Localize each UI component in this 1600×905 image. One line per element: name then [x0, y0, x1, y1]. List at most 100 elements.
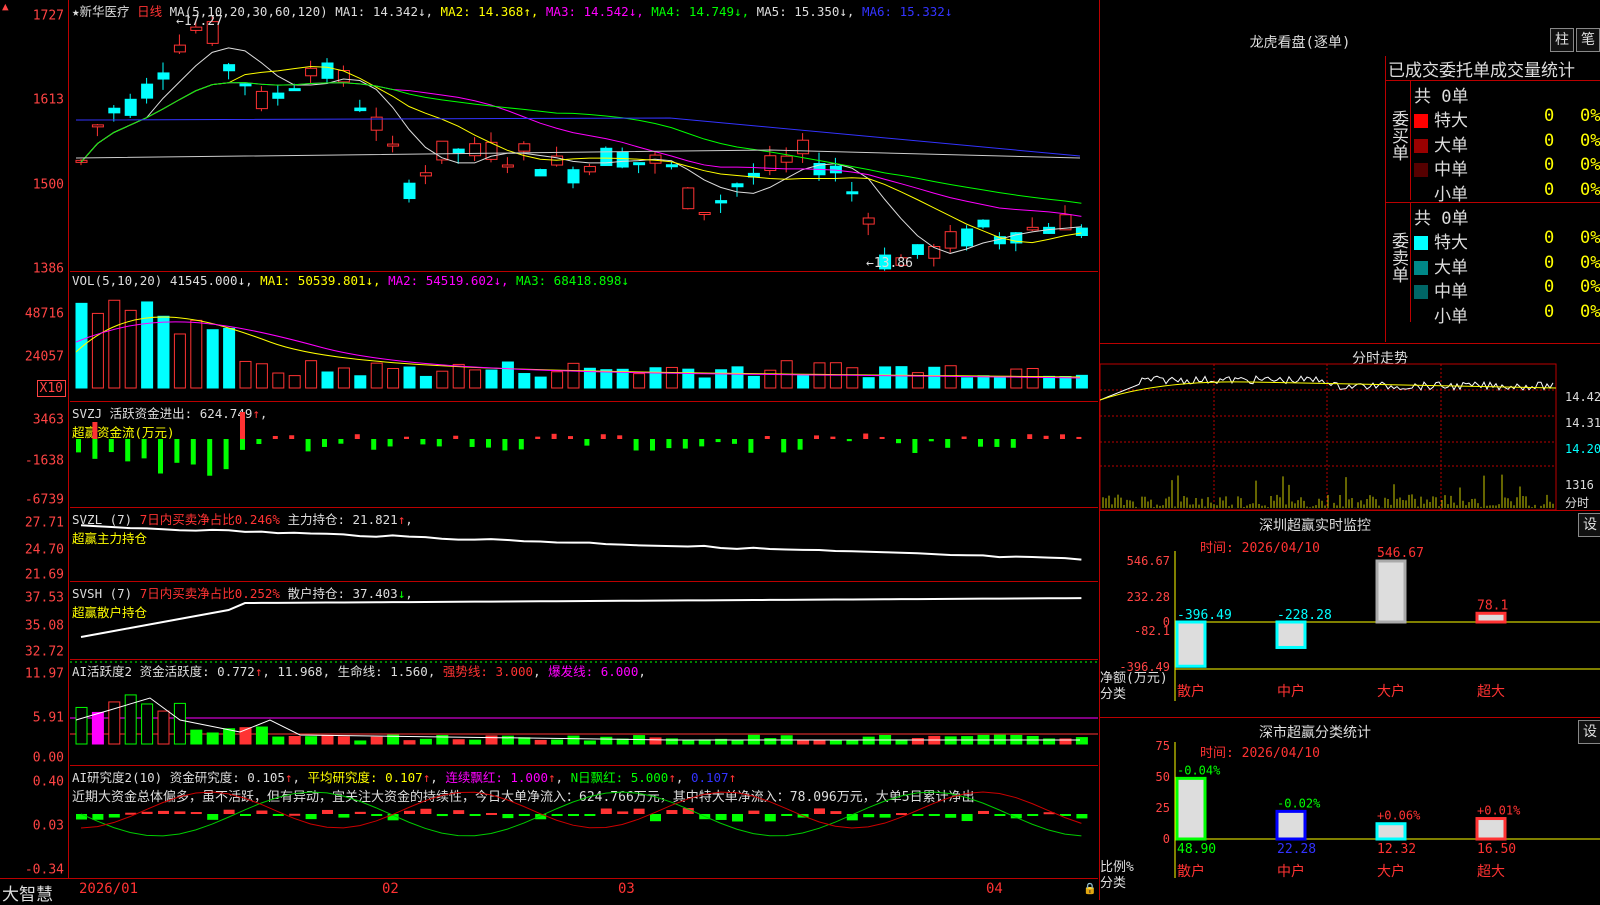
volume-bar	[1026, 367, 1039, 389]
sz-class-xlabel: 分类	[1100, 876, 1127, 891]
k-ytick: 1613	[32, 92, 64, 108]
activity-bar	[469, 739, 482, 745]
flow-bar	[223, 439, 229, 470]
research-bar	[879, 814, 891, 818]
sz-class-ytick: 50	[1156, 770, 1170, 784]
net-bar-value: 78.1	[1477, 598, 1508, 613]
research-bar	[961, 814, 973, 822]
activity-bar	[91, 711, 104, 745]
lhb-row-name: 大单	[1434, 135, 1468, 156]
ai2-svg	[76, 791, 1088, 837]
color-swatch-icon	[1414, 236, 1428, 250]
candle	[665, 164, 678, 168]
candle	[91, 124, 104, 128]
research-bar	[994, 814, 1006, 816]
flow-bar	[92, 422, 98, 439]
svzj-pane[interactable]: SVZJ 活跃资金进出: 624.749↑, 超赢资金流(万元)	[70, 402, 1098, 508]
flow-bar	[174, 439, 180, 463]
ma-line	[80, 47, 1082, 254]
ratio-bar	[1375, 822, 1407, 841]
ai-research-pane[interactable]: AI研究度2(10) 资金研究度: 0.105↑, 平均研究度: 0.107↑,…	[70, 766, 1098, 878]
research-bar	[322, 809, 333, 814]
bar-mode-button[interactable]: 柱	[1550, 28, 1574, 52]
svsh-svg	[80, 597, 1082, 638]
flow-bar	[535, 436, 541, 439]
flow-bar	[912, 439, 918, 453]
research-bar	[240, 814, 251, 816]
volume-bar	[255, 363, 268, 389]
svzl-pane[interactable]: SVZL (7) 7日内买卖净占比0.246% 主力持仓: 21.821↑, 超…	[70, 508, 1098, 582]
svzl-ytick: 24.70	[24, 542, 64, 558]
candle	[305, 67, 318, 77]
ai2-ytick: 0.40	[32, 774, 64, 790]
ai-activity-pane[interactable]: AI活跃度2 资金活跃度: 0.772↑, 11.968, 生命线: 1.560…	[70, 660, 1098, 766]
tick-mode-button[interactable]: 笔	[1576, 28, 1600, 52]
volume-bar	[764, 369, 777, 389]
sz-monitor-panel[interactable]: 深圳超赢实时监控 设 时间: 2026/04/10 546.67 232.28 0-…	[1099, 511, 1600, 718]
retail-line	[80, 597, 1082, 638]
candle	[977, 219, 990, 228]
flow-bar	[387, 439, 393, 447]
flow-bar	[600, 434, 606, 439]
volume-bar	[731, 366, 744, 389]
research-bar	[371, 814, 383, 816]
research-bar	[92, 814, 104, 820]
activity-bar	[911, 738, 924, 745]
sz-monitor-svg: 546.67232.280-82.1-396.49-396.49散户-228.2…	[1119, 546, 1600, 701]
volume-bar	[108, 299, 121, 389]
category-label: 中户	[1277, 683, 1305, 700]
svsh-pane[interactable]: SVSH (7) 7日内买卖净占比0.252% 散户持仓: 37.403↓, 超…	[70, 582, 1098, 660]
flow-bar	[879, 436, 885, 439]
volume-pane[interactable]: VOL(5,10,20) 41545.000↓, MA1: 50539.801↓…	[70, 272, 1098, 402]
activity-bar	[272, 736, 285, 745]
activity-bar	[321, 735, 334, 745]
flow-bar	[436, 439, 442, 447]
sz-class-panel[interactable]: 深市超赢分类统计 设 时间: 2026/04/10 75 50 25 0 -0.04% 4…	[1099, 718, 1600, 900]
ratio-bar	[1475, 817, 1507, 841]
svsh-y-axis: 37.53 35.08 32.72	[0, 582, 69, 660]
high-label: ←17.27	[176, 14, 223, 29]
intraday-panel[interactable]: 分时走势 14.42 14.31 14.20 1316 分时	[1099, 344, 1600, 511]
lock-icon[interactable]: 🔒	[1083, 882, 1097, 895]
flow-bar	[469, 439, 475, 447]
lhb-row: 中单 0 0%	[1414, 277, 1600, 302]
flow-bar	[404, 436, 409, 439]
net-bar-value: 546.67	[1377, 546, 1424, 561]
activity-bar	[452, 739, 465, 745]
color-swatch-icon	[1414, 163, 1428, 177]
ma-line	[75, 149, 1081, 159]
flow-bar	[978, 439, 983, 447]
candle	[961, 228, 974, 247]
lhb-row: 大单 0 0%	[1414, 131, 1600, 156]
candle	[108, 107, 121, 114]
ratio-change: +0.01%	[1477, 804, 1521, 818]
category-label: 超大	[1477, 684, 1505, 700]
category-label: 超大	[1477, 864, 1505, 880]
candle	[944, 231, 957, 249]
ma-line	[75, 117, 1081, 157]
candle	[272, 92, 285, 99]
volume-bar	[665, 366, 678, 389]
activity-bar	[600, 736, 613, 745]
volume-bar	[157, 315, 170, 389]
activity-bar	[895, 739, 908, 745]
research-bar	[896, 813, 907, 816]
research-bar	[108, 814, 120, 818]
sell-side: 委卖单	[1386, 202, 1411, 322]
sz-monitor-ytick: 546.67	[1127, 554, 1170, 568]
volume-bar	[977, 375, 990, 389]
kline-pane[interactable]: ★新华医疗 日线 MA(5,10,20,30,60,120) MA1: 14.3…	[70, 0, 1098, 272]
ratio-bar	[1175, 776, 1207, 841]
volume-bar	[419, 375, 432, 389]
candle	[633, 162, 646, 166]
flow-bar	[1027, 434, 1033, 439]
candle	[731, 183, 744, 188]
volume-bar	[1010, 368, 1023, 389]
flow-bar	[781, 439, 787, 453]
x-axis: 大智慧 2026/01 02 03 04 🔒	[0, 878, 1098, 905]
category-label: 大户	[1377, 683, 1405, 700]
candle	[518, 143, 531, 152]
lhb-row-count: 0	[1544, 228, 1555, 248]
x-label: 04	[986, 881, 1003, 897]
activity-bar	[567, 735, 580, 745]
